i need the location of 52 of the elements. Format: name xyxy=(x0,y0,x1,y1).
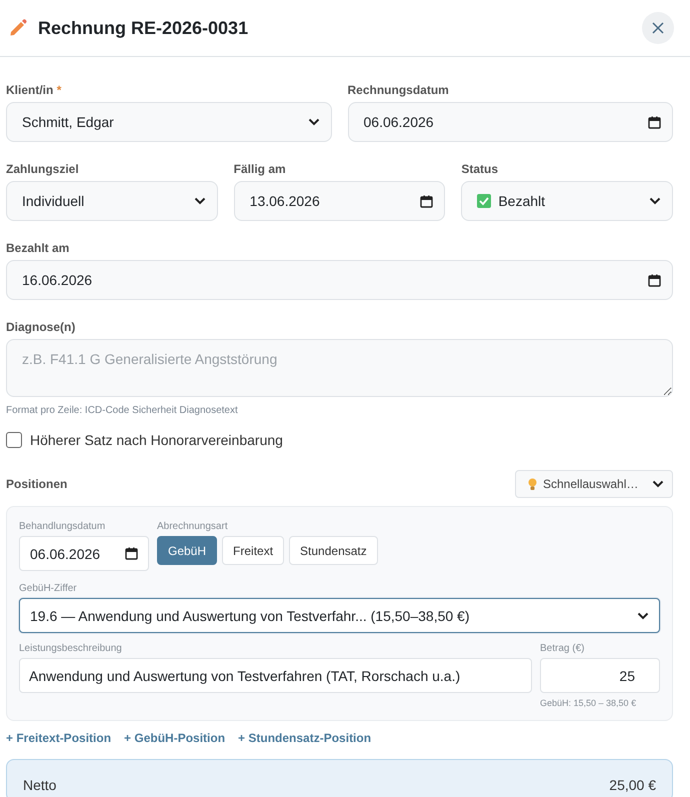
calendar-icon[interactable] xyxy=(125,547,138,560)
field-label: Betrag (€) xyxy=(540,643,586,654)
hint-text: GebüH: 15,50 – 38,50 € xyxy=(540,698,638,708)
diagnosis-field[interactable]: z.B. F41.1 G Generalisierte Angststörung xyxy=(6,339,673,397)
field-label: Rechnungsdatum xyxy=(348,83,450,97)
date-field[interactable]: 06.06.2026 xyxy=(19,536,149,571)
description-field[interactable]: Anwendung und Auswertung von Testverfahren (TAT, Rorschach u.a.) xyxy=(19,658,532,693)
close-button[interactable] xyxy=(642,12,674,44)
date-field[interactable]: 16.06.2026 xyxy=(6,260,673,300)
chevron-down-icon xyxy=(649,197,662,205)
calendar-icon[interactable] xyxy=(648,274,661,286)
field-label: Status xyxy=(461,162,500,176)
checkbox-label: Höherer Satz nach Honorarvereinbarung xyxy=(30,432,283,448)
date-field[interactable]: 06.06.2026 xyxy=(348,102,673,142)
quick-select-dropdown[interactable]: Schnellauswahl… xyxy=(515,470,673,498)
field-label: Zahlungsziel xyxy=(6,162,80,176)
dropdown[interactable]: Schmitt, Edgar xyxy=(6,102,332,142)
amount-field[interactable]: 25 xyxy=(540,658,660,693)
field-label: Fällig am xyxy=(234,162,287,176)
add-position-link[interactable]: + Stundensatz-Position xyxy=(238,731,372,745)
check-icon xyxy=(477,194,492,208)
field-label: GebüH-Ziffer xyxy=(19,583,78,594)
dialog-title: Rechnung RE-2026-0031 xyxy=(38,18,248,38)
field-label: Bezahlt am xyxy=(6,241,70,255)
calendar-icon[interactable] xyxy=(648,116,661,128)
billing-type-button[interactable]: GebüH xyxy=(157,536,218,565)
hint-text: Format pro Zeile: ICD-Code Sicherheit Diagnosetext xyxy=(6,405,239,416)
fee-code-dropdown[interactable]: 19.6 — Anwendung und Auswertung von Testverfahr... (15,50–38,50 €) xyxy=(19,598,660,633)
summary-label: Netto xyxy=(23,777,56,793)
billing-type-button[interactable]: Freitext xyxy=(222,536,284,565)
lightbulb-icon xyxy=(528,478,537,490)
chevron-down-icon xyxy=(652,480,664,488)
field-label: Behandlungsdatum xyxy=(19,521,106,532)
status-dropdown[interactable]: Bezahlt xyxy=(461,181,674,221)
summary-value: 25,00 € xyxy=(609,777,656,793)
section-title: Positionen xyxy=(6,477,68,491)
chevron-down-icon xyxy=(637,612,649,620)
field-label: Klient/in * xyxy=(6,83,62,97)
dropdown[interactable]: Individuell xyxy=(6,181,218,221)
checkbox[interactable] xyxy=(6,432,22,448)
add-position-link[interactable]: + Freitext-Position xyxy=(6,731,112,745)
add-position-link[interactable]: + GebüH-Position xyxy=(124,731,226,745)
close-icon xyxy=(651,21,665,35)
date-field[interactable]: 13.06.2026 xyxy=(234,181,446,221)
billing-type-button[interactable]: Stundensatz xyxy=(289,536,378,565)
chevron-down-icon xyxy=(194,197,206,205)
field-label: Leistungsbeschreibung xyxy=(19,643,123,654)
field-label: Diagnose(n) xyxy=(6,320,76,334)
chevron-down-icon xyxy=(308,118,320,126)
calendar-icon[interactable] xyxy=(420,194,434,208)
field-label: Abrechnungsart xyxy=(157,521,229,532)
pencil-icon xyxy=(8,18,28,38)
